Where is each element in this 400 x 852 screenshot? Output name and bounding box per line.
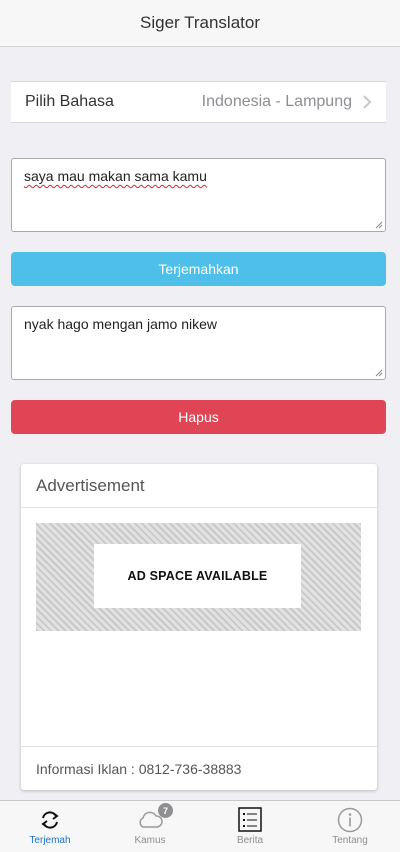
advertisement-title: Advertisement [21, 464, 377, 508]
page-title: Siger Translator [140, 13, 260, 32]
tab-kamus[interactable]: 7 Kamus [100, 801, 200, 852]
navbar: Siger Translator [0, 0, 400, 47]
advertisement-card: Advertisement AD SPACE AVAILABLE Informa… [21, 464, 377, 790]
resize-grip-icon[interactable] [375, 221, 383, 229]
tab-label: Tentang [332, 835, 368, 846]
translate-button[interactable]: Terjemahkan [11, 252, 386, 286]
tab-terjemah[interactable]: Terjemah [0, 801, 100, 852]
tab-label: Terjemah [29, 835, 71, 846]
kamus-badge: 7 [158, 803, 173, 818]
ad-banner-text: AD SPACE AVAILABLE [94, 544, 301, 608]
chevron-right-icon [363, 95, 372, 109]
source-text-input[interactable]: saya mau makan sama kamu [11, 158, 386, 232]
clear-button[interactable]: Hapus [11, 400, 386, 434]
info-icon [337, 807, 363, 833]
resize-grip-icon[interactable] [375, 369, 383, 377]
tab-label: Berita [236, 835, 264, 846]
language-value: Indonesia - Lampung [201, 93, 352, 110]
tab-label: Kamus [134, 835, 166, 846]
tab-bar: Terjemah 7 Kamus Berita Tentang [0, 800, 400, 852]
ad-banner[interactable]: AD SPACE AVAILABLE [36, 523, 361, 631]
translation-output-value: nyak hago mengan jamo nikew [24, 316, 218, 332]
language-label: Pilih Bahasa [25, 93, 114, 110]
ad-contact-info: Informasi Iklan : 0812-736-38883 [21, 746, 377, 790]
source-text-value: saya mau makan sama kamu [24, 168, 207, 184]
tab-berita[interactable]: Berita [200, 801, 300, 852]
list-icon [238, 807, 262, 832]
translation-output[interactable]: nyak hago mengan jamo nikew [11, 306, 386, 380]
language-selector[interactable]: Pilih Bahasa Indonesia - Lampung [11, 81, 386, 123]
tab-tentang[interactable]: Tentang [300, 801, 400, 852]
refresh-icon [41, 811, 59, 829]
